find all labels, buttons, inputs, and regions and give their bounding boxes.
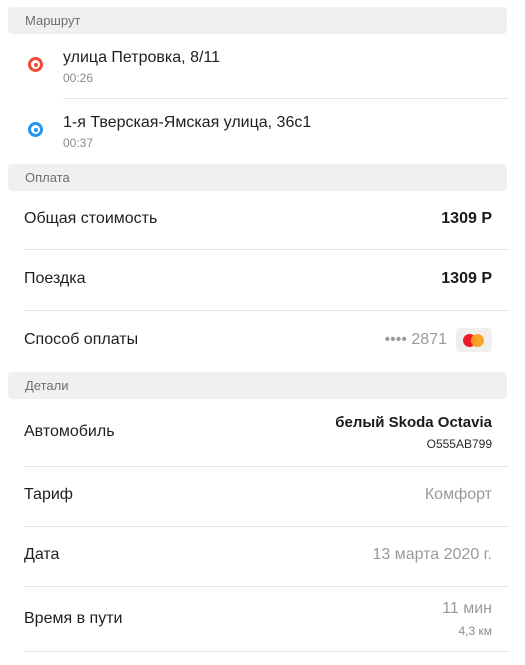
divider xyxy=(63,98,509,99)
divider xyxy=(24,586,509,587)
route-address: улица Петровка, 8/11 xyxy=(63,49,221,66)
distance-value: 4,3 км xyxy=(458,624,492,638)
divider xyxy=(24,249,509,250)
date-label: Дата xyxy=(24,546,60,563)
divider xyxy=(24,526,509,527)
ride-cost-row: Поездка 1309 Р xyxy=(0,270,525,290)
duration-row: Время в пути 11 мин 4,3 км xyxy=(0,600,525,644)
car-plate: О555АВ799 xyxy=(426,437,492,451)
duration-label: Время в пути xyxy=(24,610,123,627)
total-cost-value: 1309 Р xyxy=(441,210,492,227)
duration-value: 11 мин xyxy=(442,600,492,617)
route-time: 00:26 xyxy=(63,71,94,85)
tariff-value: Комфорт xyxy=(424,486,492,503)
ride-cost-label: Поездка xyxy=(24,270,86,287)
payment-method-label: Способ оплаты xyxy=(24,331,139,348)
route-section-header: Маршрут xyxy=(8,7,507,34)
divider xyxy=(24,310,509,311)
origin-marker-icon xyxy=(28,57,43,72)
payment-section-header: Оплата xyxy=(8,164,507,191)
divider xyxy=(24,651,509,652)
car-row: Автомобиль белый Skoda Octavia О555АВ799 xyxy=(0,412,525,456)
date-value: 13 марта 2020 г. xyxy=(372,546,492,563)
route-point-destination: 1-я Тверская-Ямская улица, 36с1 00:37 xyxy=(0,108,525,164)
car-label: Автомобиль xyxy=(24,423,115,440)
route-point-origin: улица Петровка, 8/11 00:26 xyxy=(0,43,525,99)
card-number: •••• 2871 xyxy=(384,331,447,348)
destination-marker-icon xyxy=(28,122,43,137)
total-cost-label: Общая стоимость xyxy=(24,210,158,227)
route-time: 00:37 xyxy=(63,136,94,150)
mastercard-icon xyxy=(456,328,492,352)
details-section-header: Детали xyxy=(8,372,507,399)
ride-cost-value: 1309 Р xyxy=(441,270,492,287)
route-address: 1-я Тверская-Ямская улица, 36с1 xyxy=(63,114,312,131)
date-row: Дата 13 марта 2020 г. xyxy=(0,546,525,566)
tariff-label: Тариф xyxy=(24,486,73,503)
divider xyxy=(24,466,509,467)
payment-method-row[interactable]: Способ оплаты •••• 2871 xyxy=(0,328,525,352)
car-value: белый Skoda Octavia xyxy=(335,414,492,431)
total-cost-row: Общая стоимость 1309 Р xyxy=(0,210,525,230)
tariff-row: Тариф Комфорт xyxy=(0,486,525,506)
